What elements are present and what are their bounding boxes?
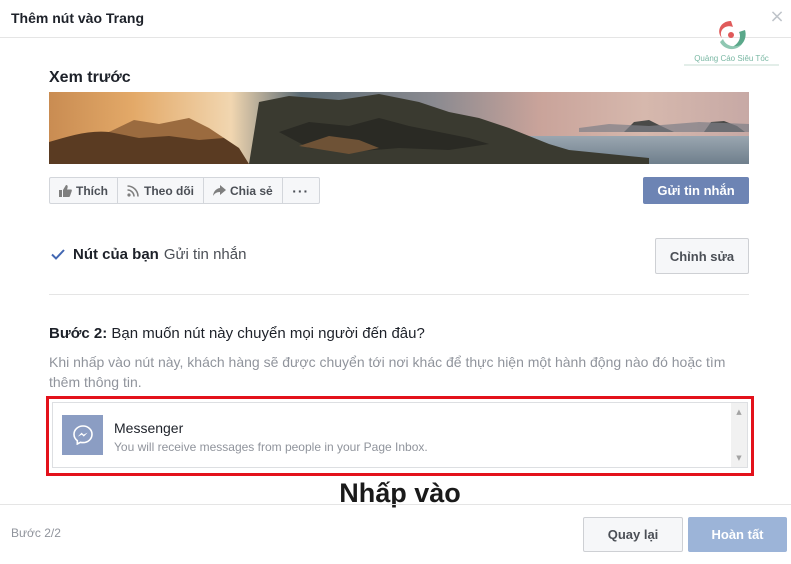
follow-rss-icon — [127, 184, 139, 197]
option-subtitle: You will receive messages from people in… — [114, 440, 428, 454]
like-button[interactable]: Thích — [50, 178, 118, 203]
destination-option-list: Messenger You will receive messages from… — [52, 402, 748, 468]
preview-title: Xem trước — [49, 69, 131, 86]
step-question: Bước 2: Bạn muốn nút này chuyển mọi ngườ… — [49, 325, 425, 342]
cover-photo — [49, 92, 749, 164]
scroll-up-arrow-icon[interactable]: ▲ — [731, 405, 747, 419]
step-prefix: Bước 2: — [49, 325, 108, 342]
follow-button[interactable]: Theo dõi — [118, 178, 204, 203]
share-arrow-icon — [213, 184, 226, 196]
option-messenger[interactable]: Messenger You will receive messages from… — [53, 403, 733, 467]
option-title: Messenger — [114, 420, 184, 436]
section-divider — [49, 294, 749, 295]
thumbs-up-icon — [59, 184, 72, 197]
back-button[interactable]: Quay lại — [583, 517, 683, 552]
dialog-header: Thêm nút vào Trang × — [0, 0, 791, 38]
footer-divider — [0, 504, 791, 505]
add-button-dialog: Thêm nút vào Trang × Quảng Cáo Siêu Tốc … — [0, 0, 791, 564]
step-description: Khi nhấp vào nút này, khách hàng sẽ được… — [49, 354, 726, 390]
your-button-value: Gửi tin nhắn — [163, 246, 247, 263]
messenger-icon-tile — [62, 415, 103, 455]
watermark-underline — [684, 64, 779, 66]
your-button-label: Nút của bạn — [73, 246, 159, 263]
more-options-button[interactable]: ··· — [283, 178, 319, 203]
step-question-text: Bạn muốn nút này chuyển mọi người đến đâ… — [111, 325, 425, 342]
checkmark-icon — [51, 249, 65, 260]
share-label: Chia sẻ — [230, 183, 273, 198]
your-button-row: Nút của bạn Gửi tin nhắn — [49, 246, 246, 263]
watermark-logo: Quảng Cáo Siêu Tốc — [684, 18, 779, 70]
edit-button[interactable]: Chỉnh sửa — [655, 238, 749, 274]
share-button[interactable]: Chia sẻ — [204, 178, 283, 203]
scroll-down-arrow-icon[interactable]: ▼ — [731, 451, 747, 465]
like-label: Thích — [76, 183, 108, 198]
page-action-bar: Thích Theo dõi Chia sẻ ··· — [49, 177, 320, 204]
finish-button[interactable]: Hoàn tất — [688, 517, 787, 552]
messenger-icon — [72, 425, 93, 445]
dialog-title: Thêm nút vào Trang — [11, 10, 145, 26]
watermark-text: Quảng Cáo Siêu Tốc — [694, 54, 769, 63]
logo-swirl-icon — [719, 21, 746, 50]
option-list-scrollbar[interactable]: ▲ ▼ — [731, 403, 747, 467]
step-indicator: Bước 2/2 — [11, 526, 61, 540]
follow-label: Theo dõi — [144, 183, 194, 198]
send-message-button[interactable]: Gửi tin nhắn — [643, 177, 749, 204]
